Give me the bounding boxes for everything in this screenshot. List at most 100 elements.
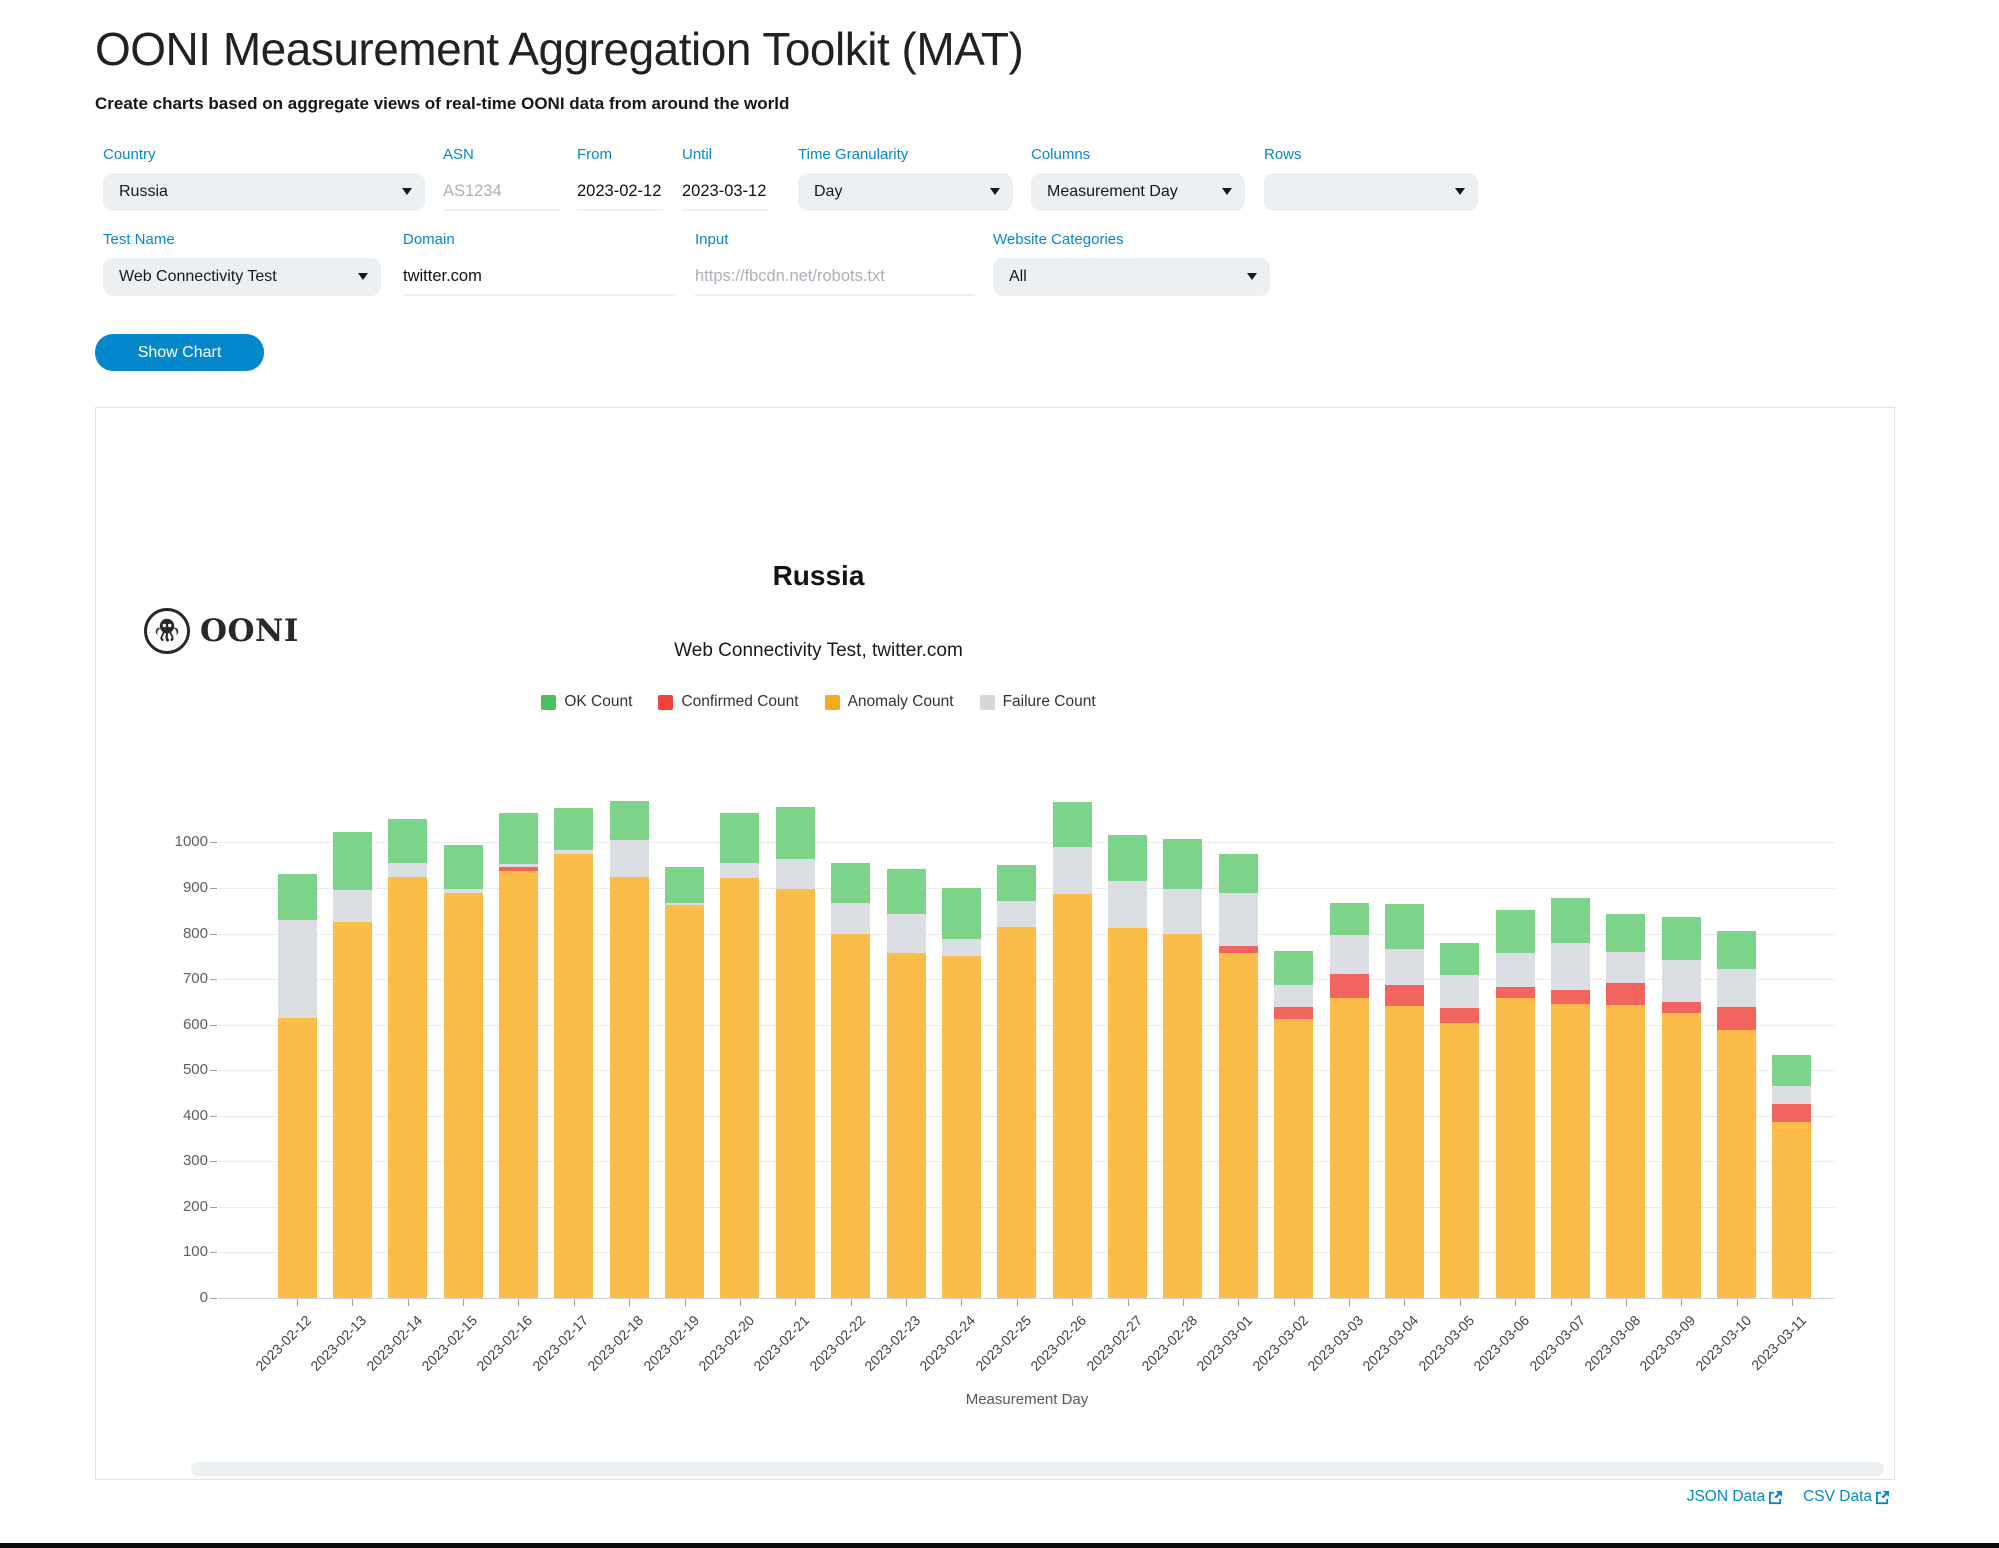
bar-segment-ok-count-2023-03-07[interactable] — [1551, 898, 1590, 943]
bar-segment-ok-count-2023-02-22[interactable] — [831, 863, 870, 903]
bar-segment-ok-count-2023-03-01[interactable] — [1219, 854, 1258, 893]
bar-segment-ok-count-2023-02-17[interactable] — [554, 808, 593, 850]
bar-segment-ok-count-2023-03-03[interactable] — [1330, 903, 1369, 935]
show-chart-button[interactable]: Show Chart — [95, 334, 264, 371]
input-url-input[interactable] — [695, 258, 975, 296]
bar-segment-failure-count-2023-02-18[interactable] — [610, 840, 649, 876]
bar-segment-failure-count-2023-02-24[interactable] — [942, 939, 981, 956]
bar-segment-anomaly-count-2023-03-09[interactable] — [1662, 1013, 1701, 1298]
bar-segment-anomaly-count-2023-02-21[interactable] — [776, 889, 815, 1298]
bar-segment-ok-count-2023-02-23[interactable] — [887, 869, 926, 915]
bar-segment-confirmed-count-2023-03-04[interactable] — [1385, 985, 1424, 1006]
bar-segment-failure-count-2023-02-12[interactable] — [278, 920, 317, 1018]
bar-segment-confirmed-count-2023-03-06[interactable] — [1496, 987, 1535, 998]
bar-segment-ok-count-2023-02-25[interactable] — [997, 865, 1036, 901]
bar-segment-ok-count-2023-02-19[interactable] — [665, 867, 704, 903]
bar-segment-anomaly-count-2023-02-24[interactable] — [942, 956, 981, 1298]
bar-segment-failure-count-2023-03-11[interactable] — [1772, 1086, 1811, 1104]
bar-segment-failure-count-2023-02-27[interactable] — [1108, 881, 1147, 928]
bar-segment-failure-count-2023-02-17[interactable] — [554, 850, 593, 854]
bar-segment-confirmed-count-2023-03-02[interactable] — [1274, 1007, 1313, 1019]
bar-segment-failure-count-2023-03-06[interactable] — [1496, 953, 1535, 987]
csv-data-link[interactable]: CSV Data — [1803, 1488, 1890, 1506]
bar-segment-failure-count-2023-02-16[interactable] — [499, 864, 538, 867]
bar-segment-ok-count-2023-03-11[interactable] — [1772, 1055, 1811, 1086]
bar-segment-confirmed-count-2023-03-10[interactable] — [1717, 1007, 1756, 1029]
bar-segment-confirmed-count-2023-03-09[interactable] — [1662, 1002, 1701, 1013]
bar-segment-anomaly-count-2023-02-15[interactable] — [444, 893, 483, 1298]
bar-segment-anomaly-count-2023-02-27[interactable] — [1108, 928, 1147, 1298]
bar-segment-ok-count-2023-02-18[interactable] — [610, 801, 649, 840]
bar-segment-failure-count-2023-02-14[interactable] — [388, 863, 427, 877]
bar-segment-anomaly-count-2023-02-22[interactable] — [831, 934, 870, 1298]
bar-segment-anomaly-count-2023-02-14[interactable] — [388, 877, 427, 1298]
bar-segment-confirmed-count-2023-03-08[interactable] — [1606, 983, 1645, 1004]
bar-segment-ok-count-2023-02-12[interactable] — [278, 874, 317, 920]
horizontal-scrollbar[interactable] — [191, 1462, 1884, 1476]
bar-segment-failure-count-2023-02-20[interactable] — [720, 863, 759, 878]
bar-segment-failure-count-2023-02-28[interactable] — [1163, 889, 1202, 934]
rows-select[interactable] — [1264, 173, 1478, 211]
time-granularity-select[interactable]: Day — [798, 173, 1013, 211]
bar-segment-ok-count-2023-02-21[interactable] — [776, 807, 815, 859]
bar-segment-anomaly-count-2023-02-18[interactable] — [610, 877, 649, 1298]
bar-segment-failure-count-2023-03-08[interactable] — [1606, 952, 1645, 983]
from-date-input[interactable] — [577, 173, 663, 211]
bar-segment-anomaly-count-2023-03-08[interactable] — [1606, 1005, 1645, 1298]
bar-segment-failure-count-2023-02-21[interactable] — [776, 859, 815, 889]
bar-segment-failure-count-2023-02-26[interactable] — [1053, 847, 1092, 894]
until-date-input[interactable] — [682, 173, 769, 211]
bar-segment-ok-count-2023-03-02[interactable] — [1274, 951, 1313, 985]
bar-segment-anomaly-count-2023-02-19[interactable] — [665, 905, 704, 1298]
domain-input[interactable] — [403, 258, 675, 296]
bar-segment-failure-count-2023-02-23[interactable] — [887, 914, 926, 953]
bar-segment-anomaly-count-2023-03-03[interactable] — [1330, 998, 1369, 1298]
bar-segment-failure-count-2023-03-07[interactable] — [1551, 943, 1590, 990]
bar-segment-anomaly-count-2023-02-20[interactable] — [720, 878, 759, 1298]
bar-segment-confirmed-count-2023-03-07[interactable] — [1551, 990, 1590, 1005]
bar-segment-ok-count-2023-02-15[interactable] — [444, 845, 483, 889]
bar-segment-anomaly-count-2023-02-16[interactable] — [499, 871, 538, 1298]
bar-segment-ok-count-2023-02-14[interactable] — [388, 819, 427, 863]
bar-segment-ok-count-2023-02-28[interactable] — [1163, 839, 1202, 889]
bar-segment-anomaly-count-2023-02-12[interactable] — [278, 1018, 317, 1298]
bar-segment-anomaly-count-2023-02-17[interactable] — [554, 854, 593, 1298]
bar-segment-anomaly-count-2023-03-04[interactable] — [1385, 1006, 1424, 1298]
bar-segment-failure-count-2023-03-04[interactable] — [1385, 949, 1424, 985]
bar-segment-ok-count-2023-03-05[interactable] — [1440, 943, 1479, 976]
bar-segment-confirmed-count-2023-03-11[interactable] — [1772, 1104, 1811, 1121]
bar-segment-ok-count-2023-02-13[interactable] — [333, 832, 372, 889]
asn-input[interactable] — [443, 173, 560, 211]
bar-segment-anomaly-count-2023-02-13[interactable] — [333, 922, 372, 1298]
bar-segment-ok-count-2023-02-27[interactable] — [1108, 835, 1147, 881]
bar-segment-anomaly-count-2023-03-07[interactable] — [1551, 1004, 1590, 1298]
bar-segment-failure-count-2023-03-03[interactable] — [1330, 935, 1369, 974]
json-data-link[interactable]: JSON Data — [1687, 1488, 1783, 1506]
bar-segment-anomaly-count-2023-03-01[interactable] — [1219, 953, 1258, 1298]
website-categories-select[interactable]: All — [993, 258, 1270, 296]
test-name-select[interactable]: Web Connectivity Test — [103, 258, 381, 296]
bar-segment-anomaly-count-2023-02-26[interactable] — [1053, 894, 1092, 1298]
bar-segment-confirmed-count-2023-02-16[interactable] — [499, 867, 538, 871]
columns-select[interactable]: Measurement Day — [1031, 173, 1245, 211]
bar-segment-ok-count-2023-02-16[interactable] — [499, 813, 538, 864]
bar-segment-ok-count-2023-02-26[interactable] — [1053, 802, 1092, 847]
bar-segment-anomaly-count-2023-03-05[interactable] — [1440, 1023, 1479, 1298]
country-select[interactable]: Russia — [103, 173, 425, 211]
bar-segment-confirmed-count-2023-03-05[interactable] — [1440, 1008, 1479, 1023]
bar-segment-anomaly-count-2023-03-02[interactable] — [1274, 1019, 1313, 1298]
bar-segment-ok-count-2023-03-06[interactable] — [1496, 910, 1535, 953]
bar-segment-failure-count-2023-03-01[interactable] — [1219, 893, 1258, 946]
bar-segment-anomaly-count-2023-03-10[interactable] — [1717, 1030, 1756, 1298]
bar-segment-ok-count-2023-02-20[interactable] — [720, 813, 759, 863]
bar-segment-ok-count-2023-03-09[interactable] — [1662, 917, 1701, 960]
bar-segment-failure-count-2023-02-25[interactable] — [997, 901, 1036, 927]
bar-segment-anomaly-count-2023-02-23[interactable] — [887, 953, 926, 1298]
bar-segment-anomaly-count-2023-02-25[interactable] — [997, 927, 1036, 1298]
bar-segment-failure-count-2023-03-09[interactable] — [1662, 960, 1701, 1002]
bar-segment-ok-count-2023-03-10[interactable] — [1717, 931, 1756, 969]
bar-segment-failure-count-2023-03-05[interactable] — [1440, 975, 1479, 1008]
bar-segment-failure-count-2023-02-15[interactable] — [444, 889, 483, 893]
bar-segment-failure-count-2023-02-13[interactable] — [333, 890, 372, 922]
bar-segment-failure-count-2023-03-10[interactable] — [1717, 969, 1756, 1007]
